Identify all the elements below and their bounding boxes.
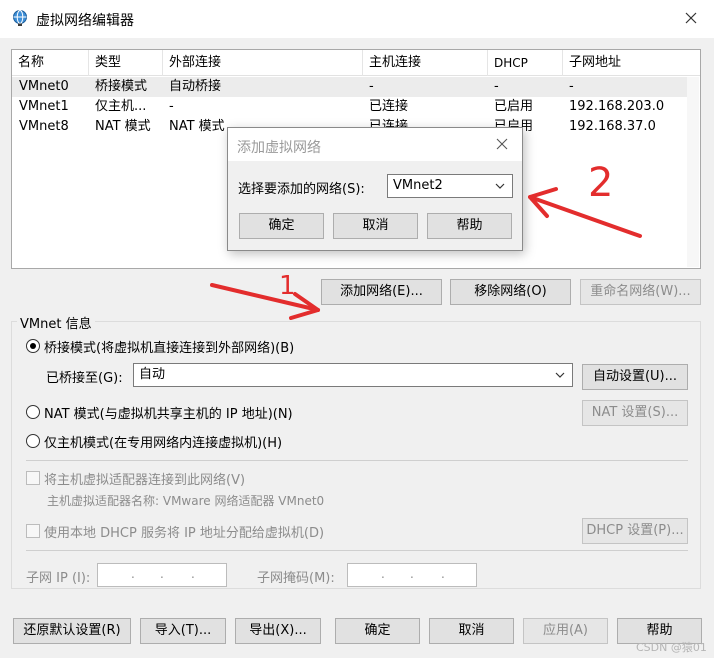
cell-type: NAT 模式 (95, 119, 151, 134)
network-globe-icon (13, 10, 27, 26)
dialog-help-button[interactable]: 帮助 (427, 213, 512, 239)
import-button[interactable]: 导入(T)... (140, 618, 226, 644)
chevron-down-icon (495, 183, 505, 189)
column-header-name[interactable]: 名称 (12, 50, 89, 76)
bridge-mode-label[interactable]: 桥接模式(将虚拟机直接连接到外部网络)(B) (44, 337, 294, 356)
auto-settings-button[interactable]: 自动设置(U)... (582, 364, 688, 390)
column-header-subnet[interactable]: 子网地址 (563, 50, 688, 76)
column-header-type[interactable]: 类型 (89, 50, 163, 76)
cell-type: 桥接模式 (95, 79, 148, 94)
subnet-mask-field[interactable]: . . . (347, 563, 477, 587)
subnet-ip-label: 子网 IP (I): (26, 571, 91, 586)
subnet-mask-label: 子网掩码(M): (257, 571, 335, 586)
cell-name: VMnet1 (19, 99, 69, 114)
export-button[interactable]: 导出(X)... (235, 618, 321, 644)
cell-dhcp: - (494, 79, 499, 94)
dhcp-settings-button[interactable]: DHCP 设置(P)... (582, 518, 688, 544)
annotation-number-1: 1 (279, 271, 296, 301)
cell-host: 已连接 (369, 99, 409, 114)
list-header: 名称 类型 外部连接 主机连接 DHCP 子网地址 (12, 50, 700, 76)
cell-host: - (369, 79, 374, 94)
cell-subnet: 192.168.37.0 (569, 119, 656, 134)
list-scrollbar[interactable] (687, 77, 699, 267)
network-select[interactable]: VMnet2 (387, 174, 513, 198)
host-only-label[interactable]: 仅主机模式(在专用网络内连接虚拟机)(H) (44, 432, 282, 451)
column-header-external[interactable]: 外部连接 (163, 50, 363, 76)
table-row[interactable]: VMnet1 仅主机... - 已连接 已启用 192.168.203.0 (12, 97, 688, 117)
network-select-value: VMnet2 (393, 178, 443, 193)
annotation-arrowhead-1 (289, 292, 320, 320)
adapter-name-label: 主机虚拟适配器名称: VMware 网络适配器 VMnet0 (47, 494, 325, 508)
add-network-button[interactable]: 添加网络(E)... (321, 279, 442, 305)
remove-network-button[interactable]: 移除网络(O) (450, 279, 571, 305)
connect-adapter-checkbox[interactable] (26, 471, 40, 485)
rename-network-button[interactable]: 重命名网络(W)... (580, 279, 701, 305)
bridge-mode-radio[interactable] (26, 339, 40, 353)
cell-subnet: - (569, 79, 574, 94)
nat-mode-label[interactable]: NAT 模式(与虚拟机共享主机的 IP 地址)(N) (44, 403, 293, 422)
vmnet-info-label: VMnet 信息 (17, 313, 95, 332)
window-title: 虚拟网络编辑器 (36, 13, 134, 29)
cell-dhcp: 已启用 (494, 99, 534, 114)
apply-button[interactable]: 应用(A) (523, 618, 608, 644)
vmnet-info-group (11, 321, 701, 589)
column-header-dhcp[interactable]: DHCP (488, 50, 563, 76)
dialog-title: 添加虚拟网络 (237, 140, 321, 156)
annotation-arrow-1 (210, 283, 320, 312)
add-network-dialog: 添加虚拟网络 选择要添加的网络(S): VMnet2 确定 取消 帮助 (227, 127, 523, 251)
cell-type: 仅主机... (95, 99, 147, 114)
cell-subnet: 192.168.203.0 (569, 99, 665, 114)
ok-button[interactable]: 确定 (335, 618, 420, 644)
cell-external: 自动桥接 (169, 79, 222, 94)
cell-name: VMnet8 (19, 119, 69, 134)
bridged-to-select[interactable]: 自动 (133, 363, 573, 387)
chevron-down-icon (555, 372, 565, 378)
restore-defaults-button[interactable]: 还原默认设置(R) (13, 618, 131, 644)
dialog-ok-button[interactable]: 确定 (239, 213, 324, 239)
subnet-ip-field[interactable]: . . . (97, 563, 227, 587)
cell-external: - (169, 99, 174, 114)
bridged-to-value: 自动 (139, 367, 166, 382)
dialog-select-label: 选择要添加的网络(S): (238, 182, 365, 197)
bridged-to-label: 已桥接至(G): (46, 371, 123, 386)
use-dhcp-checkbox[interactable] (26, 524, 40, 538)
use-dhcp-label[interactable]: 使用本地 DHCP 服务将 IP 地址分配给虚拟机(D) (44, 522, 324, 541)
host-only-radio[interactable] (26, 434, 40, 448)
cell-name: VMnet0 (19, 79, 69, 94)
divider (26, 550, 688, 551)
table-row[interactable]: VMnet0 桥接模式 自动桥接 - - - (12, 77, 688, 97)
column-header-host[interactable]: 主机连接 (363, 50, 488, 76)
nat-settings-button[interactable]: NAT 设置(S)... (582, 400, 688, 426)
watermark: CSDN @猿01 (636, 641, 707, 654)
dialog-close-icon[interactable] (494, 136, 510, 152)
connect-adapter-label[interactable]: 将主机虚拟适配器连接到此网络(V) (44, 469, 245, 488)
close-icon[interactable] (682, 9, 700, 27)
dialog-cancel-button[interactable]: 取消 (333, 213, 418, 239)
nat-mode-radio[interactable] (26, 405, 40, 419)
divider (26, 460, 688, 461)
cancel-button[interactable]: 取消 (429, 618, 514, 644)
